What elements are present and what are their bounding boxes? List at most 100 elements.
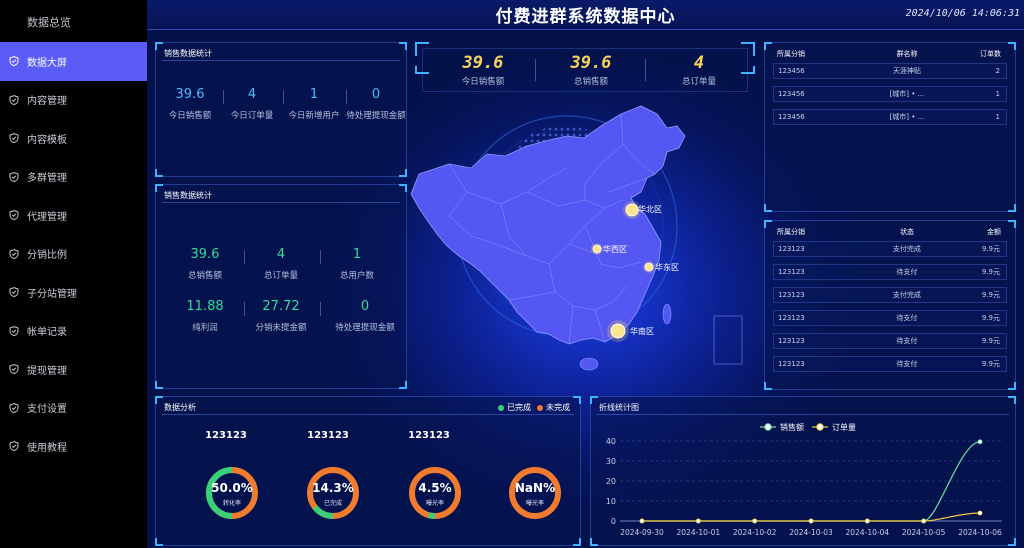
sidebar-item-template[interactable]: 内容模板 (0, 119, 147, 158)
shield-check-icon (9, 210, 19, 221)
table-cell: 9.9元 (981, 291, 1000, 299)
ratio-ring: NaN% 曝光率 (505, 463, 565, 523)
sidebar-item-agent[interactable]: 代理管理 (0, 196, 147, 235)
stat-value: 0 (360, 299, 370, 314)
data-point (808, 518, 814, 524)
table-row[interactable]: 123123 支付完成 9.9元 (773, 241, 1007, 257)
col-header: 所属分销 (777, 228, 805, 236)
table-cell: 123123 (778, 291, 805, 299)
sidebar-item-label: 使用教程 (27, 442, 67, 454)
table-cell: 待支付 (896, 337, 918, 345)
legend-label: 订单量 (832, 422, 856, 432)
header: 付费进群系统数据中心 2024/10/06 14:06:31 (147, 0, 1024, 30)
stat-label: 总订单量 (263, 271, 298, 281)
shield-check-icon (9, 402, 19, 413)
stat-label: 今日新增用户 (288, 111, 340, 121)
data-point (864, 518, 870, 524)
sidebar-item-payment[interactable]: 支付设置 (0, 389, 147, 428)
data-point (695, 518, 701, 524)
data-point (639, 518, 645, 524)
sidebar-item-tutorial[interactable]: 使用教程 (0, 427, 147, 466)
table-row[interactable]: 123123 支付完成 9.9元 (773, 287, 1007, 303)
ratio-ring: 50.0% 转化率 (202, 463, 262, 523)
sidebar-item-label: 多群管理 (27, 173, 67, 185)
sidebar-item-content[interactable]: 内容管理 (0, 81, 147, 120)
china-map[interactable] (409, 96, 759, 386)
shield-check-icon (9, 56, 19, 67)
y-tick-label: 0 (611, 517, 616, 526)
table-row[interactable]: 123456 [城市] • ... 1 (773, 109, 1007, 125)
table-cell: 支付完成 (892, 291, 921, 299)
stat-total-sales: 39.6 总销售额 (170, 247, 240, 283)
top-stats-frame (415, 42, 755, 74)
sidebar-top-item[interactable]: 数据总览 (0, 0, 147, 42)
panel-title: 销售数据统计 (164, 49, 212, 58)
data-point (977, 439, 983, 445)
table-cell: 1 (995, 90, 1000, 98)
stat-label: 总销售额 (187, 271, 222, 281)
table-row[interactable]: 123123 待支付 9.9元 (773, 310, 1007, 326)
table-row[interactable]: 123456 [城市] • ... 1 (773, 86, 1007, 102)
map-marker-west[interactable] (591, 243, 603, 255)
ring-percent: 14.3% (312, 481, 354, 495)
table-row[interactable]: 123456 天涯神贴 2 (773, 63, 1007, 79)
table-cell: 123456 (778, 113, 805, 121)
table-cell: 123456 (778, 90, 805, 98)
map-marker-east[interactable] (643, 261, 655, 273)
table-cell: 9.9元 (981, 245, 1000, 253)
sidebar-item-commission[interactable]: 分销比例 (0, 235, 147, 274)
table-cell: 123123 (778, 360, 805, 368)
stat-label: 今日销售额 (168, 111, 212, 121)
group-orders-panel: 所属分销 群名称 订单数 123456 天涯神贴 2 123456 [城市] • ...… (764, 42, 1016, 212)
x-tick-label: 2024-10-06 (958, 528, 1002, 537)
legend-marker (816, 423, 824, 431)
ring-percent: NaN% (514, 481, 556, 495)
legend-dot-done (498, 404, 504, 411)
total-sales-panel: 销售数据统计 39.6 总销售额 4 总订单量 1 总用户数 11.88 纯利润 (155, 184, 407, 389)
sidebar-item-label: 支付设置 (27, 404, 67, 416)
dashboard-main: 付费进群系统数据中心 2024/10/06 14:06:31 销售数据统计 39… (147, 0, 1024, 548)
sidebar-item-withdraw[interactable]: 提现管理 (0, 350, 147, 389)
ratio-ring: 4.5% 曝光率 (405, 463, 465, 523)
shield-check-icon (9, 287, 19, 298)
legend-label: 已完成 (507, 403, 531, 412)
stat-net-profit: 11.88 纯利润 (170, 299, 240, 335)
table-cell: [城市] • ... (889, 90, 925, 98)
stat-label: 纯利润 (192, 323, 218, 333)
table-cell: 待支付 (896, 360, 918, 368)
x-tick-label: 2024-09-30 (620, 528, 664, 537)
sidebar-item-dashboard[interactable]: 数据大屏 (0, 42, 147, 81)
table-cell: 1 (995, 113, 1000, 121)
stat-value: 11.88 (186, 299, 224, 314)
sidebar-item-multi-group[interactable]: 多群管理 (0, 158, 147, 197)
shield-check-icon (9, 94, 19, 105)
ring-label: 已完成 (323, 500, 342, 507)
stat-value: 0 (371, 87, 381, 102)
stat-value: 27.72 (262, 299, 300, 314)
stat-total-orders: 4 总订单量 (246, 247, 316, 283)
legend-label: 未完成 (546, 403, 570, 412)
shield-check-icon (9, 325, 19, 336)
y-tick-label: 10 (606, 497, 616, 506)
stat-value: 39.6 (175, 87, 205, 102)
ring-label: 转化率 (222, 500, 241, 507)
shield-check-icon (9, 441, 19, 452)
table-cell: 待支付 (896, 268, 918, 276)
sidebar: 数据总览 数据大屏内容管理内容模板多群管理代理管理 分销比例 子分站管理 帐单记录 提现… (0, 0, 147, 548)
analysis-count: 123123 (408, 430, 450, 441)
table-cell: 9.9元 (981, 360, 1000, 368)
table-cell: 9.9元 (981, 268, 1000, 276)
sidebar-item-bill[interactable]: 帐单记录 (0, 312, 147, 351)
x-tick-label: 2024-10-03 (789, 528, 833, 537)
table-row[interactable]: 123123 待支付 9.9元 (773, 356, 1007, 372)
table-row[interactable]: 123123 待支付 9.9元 (773, 264, 1007, 280)
line-chart[interactable]: 0 10 20 30 40 2024-09-30 2024-10-01 2024-10-02 2… (590, 396, 1016, 546)
panel-title: 数据分析 (164, 403, 196, 412)
table-row[interactable]: 123123 待支付 9.9元 (773, 333, 1007, 349)
sidebar-item-substation[interactable]: 子分站管理 (0, 273, 147, 312)
sidebar-item-label: 内容管理 (27, 96, 67, 108)
stat-label: 待处理提现金额 (335, 323, 395, 333)
map-marker-south[interactable] (607, 320, 629, 342)
ring-percent: 50.0% (211, 481, 253, 495)
page-title: 付费进群系统数据中心 (495, 7, 676, 27)
